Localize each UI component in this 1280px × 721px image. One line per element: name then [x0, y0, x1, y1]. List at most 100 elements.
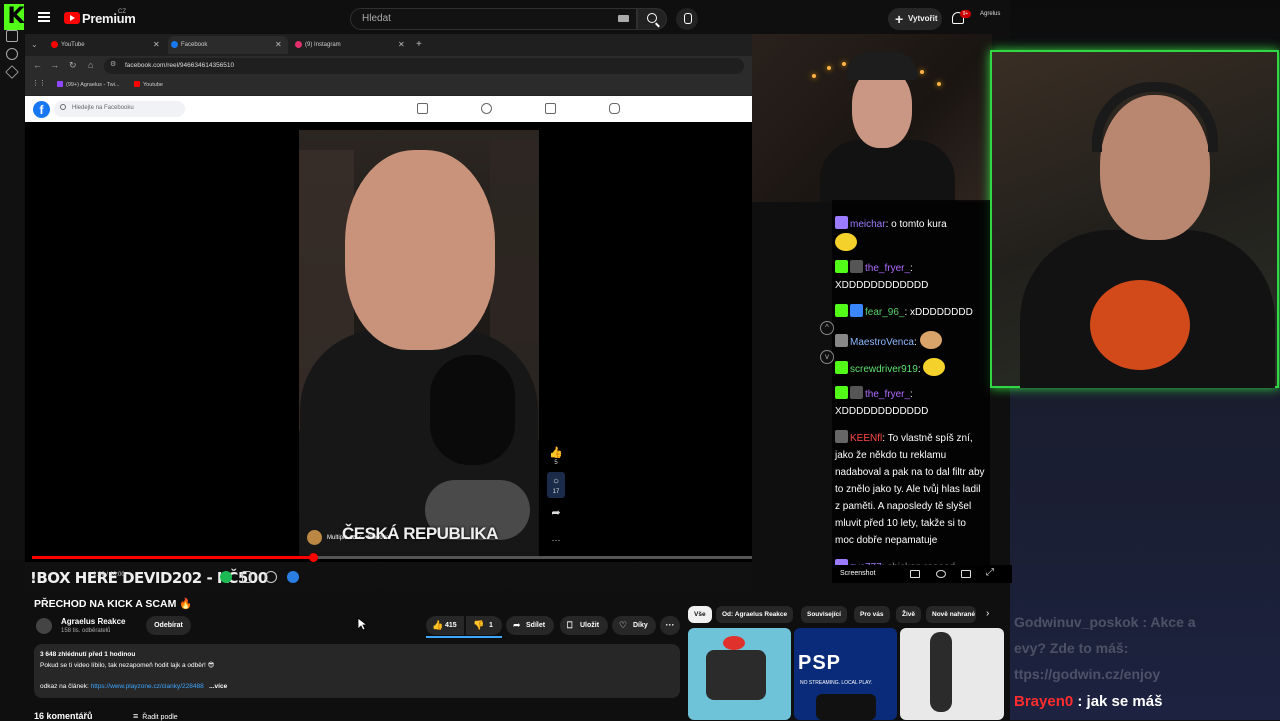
site-info-icon[interactable]: ⚙ [110, 58, 116, 72]
like-icon[interactable]: 👍 [549, 446, 563, 459]
reel-author[interactable]: Multipla.cz ✓ · Sledovat [327, 534, 391, 541]
clock-icon[interactable] [6, 48, 18, 60]
reel-author-avatar[interactable] [307, 530, 322, 545]
download-icon[interactable] [242, 571, 251, 583]
close-tab-icon[interactable]: ✕ [398, 36, 405, 54]
chat-username[interactable]: the_fryer_ [865, 263, 910, 274]
voice-search-button[interactable] [676, 8, 698, 30]
chip-for-you[interactable]: Pro vás [854, 606, 890, 623]
overlay-title: !BOX HERE DEVID202 - KČ500 [30, 569, 268, 587]
thumb-device [816, 694, 876, 720]
chip-live[interactable]: Živě [896, 606, 922, 623]
search-input[interactable] [350, 8, 637, 30]
close-tab-icon[interactable]: ✕ [275, 36, 282, 54]
chat-message-text: : jak se máš [1077, 693, 1163, 710]
folder-icon[interactable] [6, 30, 18, 42]
sub-badge-icon [835, 334, 848, 347]
menu-icon[interactable] [38, 12, 50, 22]
moderator-badge-icon [835, 260, 848, 273]
home-icon[interactable]: ⌂ [88, 58, 93, 72]
create-button[interactable]: Vytvořit [888, 8, 942, 30]
chevron-right-icon[interactable]: › [986, 608, 989, 619]
chat-username[interactable]: fear_96_ [865, 307, 904, 318]
chat-message-text: o tomto kura [891, 219, 947, 230]
chat-username[interactable]: KEENfl [850, 433, 882, 444]
chevron-down-icon[interactable]: v [820, 350, 834, 364]
theater-mode-icon[interactable] [961, 570, 971, 578]
marketplace-icon[interactable] [545, 103, 556, 114]
more-actions-button[interactable]: ··· [660, 616, 680, 635]
spotify-icon[interactable] [220, 571, 232, 583]
like-icon: 👍 [432, 620, 444, 630]
article-link[interactable]: https://www.playzone.cz/clanky/228488 [91, 683, 204, 690]
back-icon[interactable]: ← [33, 58, 42, 72]
search-button[interactable] [637, 8, 667, 30]
friends-icon[interactable] [481, 103, 492, 114]
channel-name[interactable]: Agraelus Reakce [61, 617, 125, 626]
share-button[interactable]: ➦ Sdílet [506, 616, 554, 635]
heart-icon: ♡ [619, 620, 628, 630]
dislike-button[interactable]: 👎 1 [466, 616, 502, 635]
background-chat-line: Godwinuv_poskok : Akce a [1014, 614, 1196, 630]
facebook-logo[interactable]: f [33, 101, 50, 118]
subscribe-button[interactable]: Odebírat [146, 616, 191, 635]
chat-username[interactable]: meichar [850, 219, 886, 230]
screenshot-icon[interactable] [910, 570, 920, 578]
tab-youtube[interactable]: YouTube [48, 36, 166, 54]
moderator-badge-icon [835, 361, 848, 374]
thumb-psp-title: PSP [798, 652, 842, 674]
chat-username[interactable]: the_fryer_ [865, 389, 910, 400]
telegram-icon[interactable] [287, 571, 299, 583]
chat-message-text: XDDDDDDDDDDDD [835, 280, 929, 291]
gaming-icon[interactable] [609, 103, 620, 114]
star-icon[interactable] [5, 65, 19, 79]
close-tab-icon[interactable]: ✕ [153, 36, 160, 54]
search-placeholder: Hledat [362, 13, 391, 24]
share-icon[interactable]: ➦ [549, 506, 563, 519]
account-avatar[interactable]: Agrelus [980, 11, 1000, 25]
chip-from-channel[interactable]: Od: Agraelus Reakce [716, 606, 794, 623]
settings-icon[interactable] [936, 570, 946, 578]
sub-badge-icon [850, 386, 863, 399]
reload-icon[interactable]: ↻ [69, 58, 77, 72]
reel-person-face [345, 150, 495, 350]
settings-icon[interactable] [265, 571, 277, 583]
comment-icon[interactable]: ○ [549, 476, 563, 487]
forward-icon[interactable]: → [50, 58, 59, 72]
chip-all[interactable]: Vše [688, 606, 712, 623]
reel-more-icon[interactable]: ··· [549, 535, 563, 545]
chat-message-text: xDDDDDDDD [910, 307, 973, 318]
home-icon[interactable] [417, 103, 428, 114]
chevron-up-icon[interactable]: ^ [820, 321, 834, 335]
sub-badge-icon [835, 430, 848, 443]
tab-facebook[interactable]: Facebook [168, 36, 288, 54]
channel-avatar[interactable] [36, 618, 52, 634]
thanks-button[interactable]: ♡ Díky [612, 616, 656, 635]
featured-chat-message: Brayen0 : jak se máš [1014, 693, 1162, 710]
new-tab-icon[interactable]: + [416, 36, 422, 54]
progress-handle[interactable] [308, 553, 318, 562]
like-button[interactable]: 👍 415 [426, 616, 464, 635]
keyboard-icon[interactable] [618, 15, 629, 22]
bookmark-youtube[interactable]: Youtube [134, 81, 163, 88]
chip-recent[interactable]: Nově nahrané [926, 606, 976, 623]
youtube-brand[interactable]: Premium [82, 11, 136, 26]
dislike-icon: 👎 [473, 620, 485, 630]
recommended-thumbnail[interactable] [688, 628, 791, 720]
chat-message: meichar: o tomto kura [835, 216, 987, 253]
recommended-thumbnail[interactable] [900, 628, 1004, 720]
apps-icon[interactable]: ⋮⋮ [32, 79, 46, 87]
recommended-thumbnail[interactable]: PSP NO STREAMING. LOCAL PLAY. [794, 628, 897, 720]
tab-instagram[interactable]: (9) Instagram [292, 36, 410, 54]
fullscreen-icon[interactable]: ⤢ [986, 567, 994, 578]
chat-username[interactable]: MaestroVenca [850, 337, 914, 348]
bookmark-twitch[interactable]: (99+) Agraelus - Twi... [57, 81, 120, 88]
twitch-favicon-icon [57, 81, 63, 87]
youtube-logo-icon[interactable] [64, 12, 80, 24]
save-button[interactable]: ⎕ Uložit [560, 616, 608, 635]
show-more-link[interactable]: ...více [209, 683, 227, 690]
chip-related[interactable]: Související [801, 606, 847, 623]
tab-search-icon[interactable]: ⌄ [31, 36, 38, 54]
chat-username[interactable]: screwdriver919 [850, 364, 918, 375]
screenshot-label[interactable]: Screenshot [840, 570, 875, 577]
